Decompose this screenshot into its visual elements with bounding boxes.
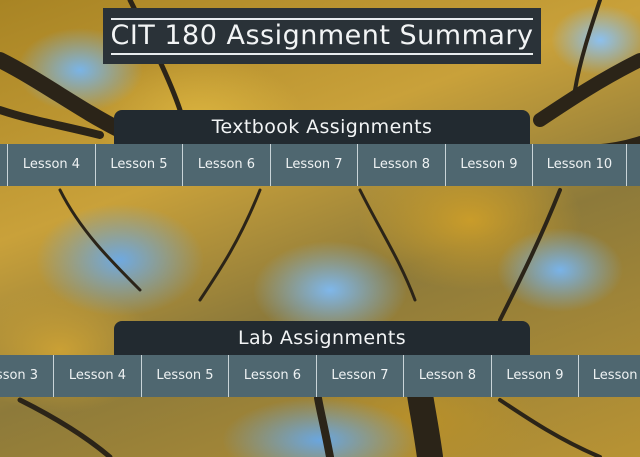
- page-title: CIT 180 Assignment Summary: [110, 20, 534, 51]
- textbook-tab-partial-right[interactable]: [627, 144, 640, 186]
- lab-tab-lesson-8[interactable]: Lesson 8: [404, 355, 492, 397]
- textbook-tab-lesson-4[interactable]: Lesson 4: [8, 144, 96, 186]
- textbook-tab-lesson-10[interactable]: Lesson 10: [533, 144, 627, 186]
- textbook-tab-lesson-9[interactable]: Lesson 9: [446, 144, 533, 186]
- lab-tab-lesson-6[interactable]: Lesson 6: [229, 355, 317, 397]
- lab-tab-lesson-7[interactable]: Lesson 7: [317, 355, 404, 397]
- textbook-tab-lesson-6[interactable]: Lesson 6: [183, 144, 271, 186]
- textbook-assignments-heading: Textbook Assignments: [114, 110, 530, 144]
- lab-assignments-heading: Lab Assignments: [114, 321, 530, 355]
- textbook-tab-lesson-7[interactable]: Lesson 7: [271, 144, 358, 186]
- textbook-lesson-tabs: Lesson 4 Lesson 5 Lesson 6 Lesson 7 Less…: [0, 144, 640, 186]
- textbook-tab-partial-left[interactable]: [0, 144, 8, 186]
- textbook-tab-lesson-5[interactable]: Lesson 5: [96, 144, 183, 186]
- lab-tab-lesson-9[interactable]: Lesson 9: [492, 355, 579, 397]
- lab-tab-lesson-5[interactable]: Lesson 5: [142, 355, 229, 397]
- page-title-banner: CIT 180 Assignment Summary: [103, 8, 541, 64]
- lab-tab-lesson-4[interactable]: Lesson 4: [54, 355, 142, 397]
- lab-tab-lesson-10[interactable]: Lesson 10: [579, 355, 640, 397]
- lab-lesson-tabs: Lesson 3 Lesson 4 Lesson 5 Lesson 6 Less…: [0, 355, 640, 397]
- textbook-tab-lesson-8[interactable]: Lesson 8: [358, 144, 446, 186]
- lab-tab-lesson-3[interactable]: Lesson 3: [0, 355, 54, 397]
- title-bottom-rule: [111, 53, 533, 55]
